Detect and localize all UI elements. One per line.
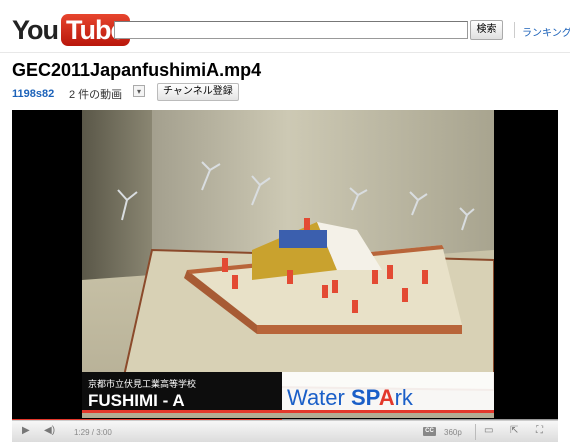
fullscreen-icon[interactable]: ⛶ bbox=[536, 425, 543, 436]
cc-icon[interactable]: CC bbox=[423, 427, 436, 436]
project-sp: SP bbox=[351, 385, 380, 410]
team-name-text: FUSHIMI - A bbox=[88, 391, 185, 410]
time-display: 1:29 / 3:00 bbox=[74, 428, 112, 437]
video-title: GEC2011JapanfushimiA.mp4 bbox=[12, 60, 262, 80]
video-frame: 京都市立伏見工業高等学校 FUSHIMI - A Water SPArk bbox=[82, 110, 494, 418]
video-player[interactable]: 京都市立伏見工業高等学校 FUSHIMI - A Water SPArk bbox=[12, 110, 558, 420]
header-divider bbox=[514, 22, 515, 38]
project-a: A bbox=[379, 385, 395, 410]
chevron-down-icon[interactable]: ▾ bbox=[133, 85, 145, 97]
project-prefix: Water bbox=[287, 385, 351, 410]
subscribe-button[interactable]: チャンネル登録 bbox=[157, 83, 239, 101]
volume-icon[interactable]: ◀) bbox=[44, 425, 55, 436]
school-name-text: 京都市立伏見工業高等学校 bbox=[88, 378, 196, 389]
masthead: You Tube 検索 ランキング bbox=[0, 0, 570, 53]
uploader-link[interactable]: 1198s82 bbox=[12, 88, 54, 100]
youtube-logo[interactable]: You Tube bbox=[12, 14, 130, 46]
project-rk: rk bbox=[395, 385, 414, 410]
project-name-text: Water SPArk bbox=[287, 385, 414, 410]
quality-selector[interactable]: 360p bbox=[444, 428, 462, 437]
search-button[interactable]: 検索 bbox=[470, 20, 503, 40]
logo-you-text: You bbox=[12, 15, 59, 45]
ranking-link[interactable]: ランキング bbox=[522, 24, 570, 39]
search-input[interactable] bbox=[114, 21, 468, 39]
play-icon[interactable]: ▶ bbox=[22, 425, 30, 436]
watch-later-icon[interactable]: ▭ bbox=[484, 425, 493, 436]
videos-count: 2 件の動画 bbox=[69, 89, 123, 101]
popout-icon[interactable]: ⇱ bbox=[510, 425, 518, 436]
player-controls: ▶ ◀) 1:29 / 3:00 CC 360p ▭ ⇱ ⛶ bbox=[12, 420, 558, 442]
control-separator bbox=[475, 424, 476, 440]
